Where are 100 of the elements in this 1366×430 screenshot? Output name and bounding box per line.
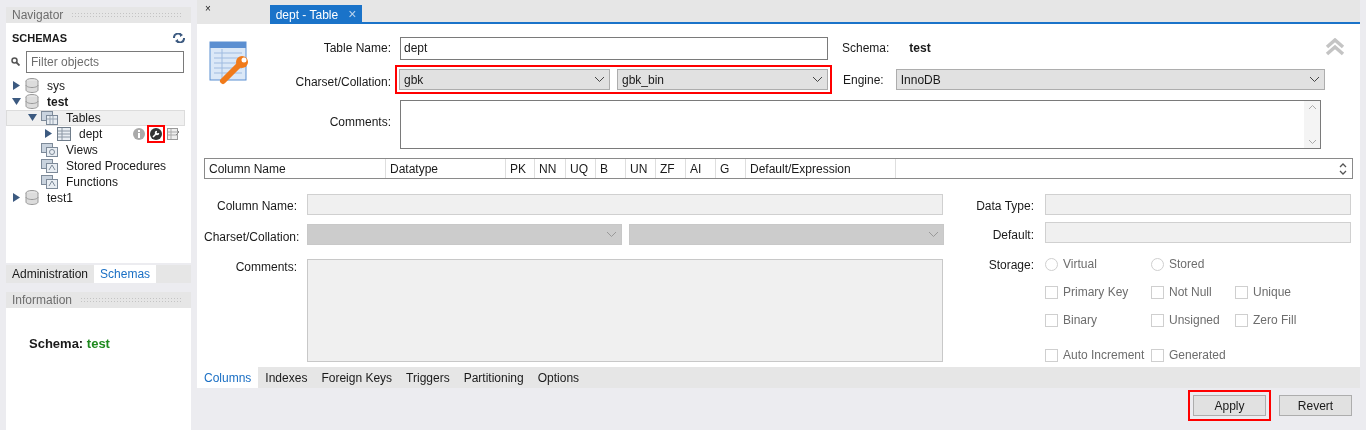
column-header[interactable]: Column Name [205,159,386,178]
routines-folder-icon [41,174,58,189]
checkbox[interactable] [1151,348,1164,362]
tree-label: test1 [47,189,73,207]
refresh-icon[interactable] [173,33,185,44]
editor-subtab[interactable]: Foreign Keys [314,367,400,388]
panel-title: Information [12,292,73,309]
sidebar-tab[interactable]: Administration [6,265,95,283]
wrench-icon[interactable] [150,127,162,140]
field-label: Default: [991,227,1034,244]
column-header[interactable]: NN [535,159,566,178]
field-label: Schema: [842,40,890,57]
checkbox-label: Auto Increment [1063,347,1145,364]
tree-row[interactable]: Stored Procedures [6,157,185,174]
field-label: Table Name: [322,40,391,57]
dropdown[interactable] [629,224,944,245]
caret-icon [928,231,939,238]
radio-label: Stored [1169,256,1205,273]
database-icon [25,94,39,109]
checkbox[interactable] [1045,313,1058,327]
table-name-field[interactable]: dept [400,36,828,60]
tree-row[interactable]: Tables [6,109,185,126]
column-header[interactable]: PK [506,159,535,178]
routines-folder-icon [41,158,58,173]
dropdown[interactable] [307,224,622,245]
editor-tab[interactable]: dept - Table × [270,5,362,24]
views-folder-icon [41,142,58,157]
sidebar-tab[interactable]: Schemas [94,265,157,283]
database-icon [25,78,39,93]
dialog-button[interactable]: Revert [1279,395,1352,416]
schema-info: Schema: test [29,336,110,351]
collapsed-arrow-icon[interactable] [43,129,53,138]
default-field[interactable] [1045,222,1351,243]
checkbox[interactable] [1235,285,1248,299]
dropdown[interactable]: InnoDB [895,69,1325,90]
comments-field[interactable] [400,100,1321,149]
editor-tab[interactable]: × [197,5,270,24]
checkbox-label: Generated [1169,347,1226,364]
tree-label: Functions [66,173,119,191]
dropdown[interactable]: gbk [399,69,610,90]
schema-name: test [909,40,931,57]
caret-icon [1308,76,1320,83]
collapsed-arrow-icon[interactable] [11,81,21,90]
tree-label: sys [47,77,65,95]
checkbox-label: Not Null [1169,284,1212,301]
column-header[interactable]: G [716,159,746,178]
table-icon [57,126,71,141]
data-type-field[interactable] [1045,194,1351,215]
field-label: Charset/Collation: [294,73,391,91]
column-comments-field[interactable] [307,259,943,362]
editor-subtab[interactable]: Indexes [258,367,315,388]
column-header[interactable]: UQ [566,159,596,178]
dialog-button[interactable]: Apply [1193,395,1266,416]
checkbox-label: Zero Fill [1253,312,1297,329]
editor-subtab[interactable]: Partitioning [456,367,531,388]
column-header[interactable]: ZF [656,159,686,178]
field-label: Charset/Collation: [204,229,297,246]
tree-row[interactable]: Functions [6,173,185,190]
editor-subtab[interactable]: Options [530,367,587,388]
checkbox[interactable] [1045,285,1058,299]
column-name-field[interactable] [307,194,943,215]
dropdown[interactable]: gbk_bin [617,69,828,90]
tree-row[interactable]: dept [6,125,185,142]
field-label: Data Type: [975,198,1034,215]
checkbox-label: Binary [1063,312,1097,329]
info-icon[interactable] [133,127,145,140]
caret-icon [812,76,823,83]
collapsed-arrow-icon[interactable] [11,193,21,202]
column-header[interactable]: AI [686,159,716,178]
search-icon [11,57,20,66]
column-header[interactable]: UN [626,159,656,178]
checkbox[interactable] [1235,313,1248,327]
checkbox[interactable] [1151,313,1164,327]
checkbox-label: Unique [1253,284,1292,301]
field-label: Comments: [328,113,391,131]
tree-row[interactable]: Views [6,141,185,158]
checkbox[interactable] [1045,348,1058,362]
tree-label: test [47,93,69,111]
editor-subtab[interactable]: Triggers [399,367,457,388]
caret-icon [594,76,605,83]
scroll-up-icon[interactable] [1307,104,1317,110]
scroll-down-icon[interactable] [1307,139,1317,145]
tree-row[interactable]: test [6,93,185,110]
tree-row[interactable]: sys [6,77,185,94]
table-wrench-icon [209,41,251,85]
table-data-icon[interactable] [167,127,180,140]
checkbox[interactable] [1151,285,1164,299]
editor-subtab[interactable]: Columns [197,367,259,388]
tree-label: dept [79,125,103,143]
field-label: Engine: [843,71,884,89]
column-header[interactable]: Datatype [386,159,506,178]
column-header[interactable]: Default/Expression [746,159,896,178]
column-header[interactable]: B [596,159,626,178]
checkbox-label: Unsigned [1169,312,1220,329]
filter-field[interactable]: Filter objects [26,50,184,73]
section-title: SCHEMAS [12,31,67,46]
checkbox-label: Primary Key [1063,284,1129,301]
collapse-icon[interactable] [1325,38,1345,56]
tree-label: Tables [66,109,101,127]
tree-row[interactable]: test1 [6,189,185,206]
